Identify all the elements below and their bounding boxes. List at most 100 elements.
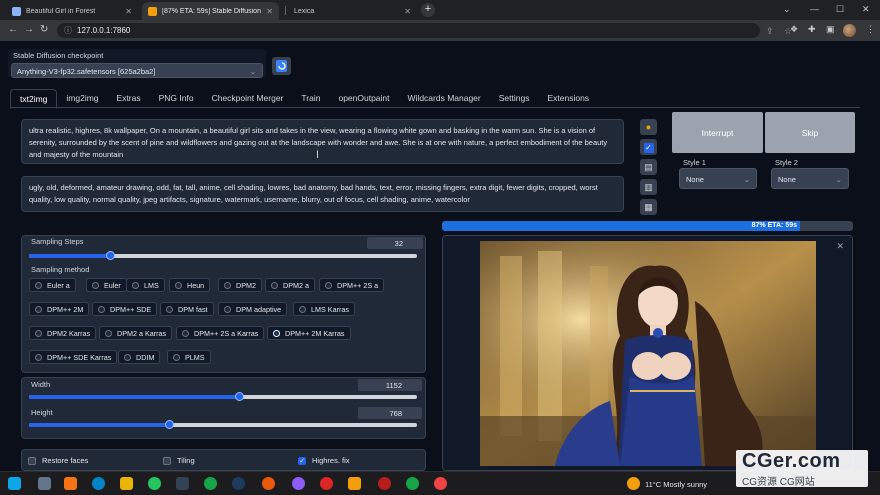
menu-dots-icon[interactable]: ⋮ [866, 24, 875, 35]
minimize-icon[interactable]: — [810, 4, 819, 14]
browser-tab-lexica[interactable]: Lexica ✕ [288, 2, 417, 20]
checkpoint-select[interactable]: Anything-V3-fp32.safetensors [625a2ba2] … [11, 63, 263, 78]
firefox-icon[interactable] [262, 477, 275, 490]
tab-extensions[interactable]: Extensions [538, 89, 598, 109]
search-icon[interactable] [38, 477, 51, 490]
sampler-dpmpp-sde-karras[interactable]: DPM++ SDE Karras [29, 350, 118, 364]
prompt-textarea[interactable]: ultra realistic, highres, 8k wallpaper, … [21, 119, 624, 164]
generated-image[interactable] [480, 241, 816, 466]
sampler-euler[interactable]: Euler [86, 278, 127, 292]
sampler-plms[interactable]: PLMS [167, 350, 211, 364]
sampler-dpm2-a[interactable]: DPM2 a [265, 278, 315, 292]
sidebar-icon[interactable]: ▣ [826, 24, 835, 35]
new-tab-button[interactable]: + [421, 3, 435, 17]
back-arrow-icon[interactable]: ← [8, 24, 18, 35]
sampler-dpm-fast[interactable]: DPM fast [160, 302, 214, 316]
terminal-icon[interactable] [176, 477, 189, 490]
trash-button[interactable]: ▦ [640, 199, 657, 215]
sampler-dpm2-a-karras[interactable]: DPM2 a Karras [99, 326, 173, 340]
negative-prompt-textarea[interactable]: ugly, old, deformed, amateur drawing, od… [21, 176, 624, 212]
close-icon[interactable]: ✕ [266, 7, 273, 16]
app-icon[interactable] [292, 477, 305, 490]
sampler-lms[interactable]: LMS [126, 278, 165, 292]
slider-thumb[interactable] [234, 392, 244, 401]
sampler-heun[interactable]: Heun [169, 278, 211, 292]
start-icon[interactable] [8, 477, 21, 490]
tab-png-info[interactable]: PNG Info [150, 89, 203, 109]
sampler-dpmpp-2m-karras[interactable]: DPM++ 2M Karras [267, 326, 351, 340]
chrome-icon[interactable] [204, 477, 217, 490]
tab-divider [285, 6, 286, 15]
sampler-dpmpp-sde[interactable]: DPM++ SDE [92, 302, 158, 316]
app-icon[interactable] [378, 477, 391, 490]
profile-avatar[interactable] [843, 24, 856, 37]
window-close-icon[interactable]: ✕ [862, 4, 870, 15]
close-icon[interactable]: ✕ [404, 7, 411, 16]
tab-extras[interactable]: Extras [108, 89, 150, 109]
browser-tab-forest[interactable]: Beautiful Girl in Forest ✕ [6, 2, 138, 20]
app-icon[interactable] [348, 477, 361, 490]
tab-wildcards-manager[interactable]: Wildcards Manager [399, 89, 490, 109]
sampler-euler-a[interactable]: Euler a [29, 278, 76, 292]
highres-fix-checkbox[interactable]: ✓ Highres. fix [298, 456, 350, 465]
tab-train[interactable]: Train [292, 89, 329, 109]
style2-select[interactable]: None ⌄ [771, 168, 849, 189]
interrupt-button[interactable]: Interrupt [672, 112, 763, 153]
style1-select[interactable]: None ⌄ [679, 168, 757, 189]
width-input[interactable]: 1152 [358, 379, 422, 391]
tab-search-icon[interactable]: ⌄ [783, 4, 791, 15]
paste-params-button[interactable]: ● [640, 119, 657, 135]
sampler-dpmpp-2m[interactable]: DPM++ 2M [29, 302, 90, 316]
browser-tab-stable-diffusion[interactable]: [87% ETA: 59s] Stable Diffusion ✕ [142, 2, 279, 20]
sampler-dpm2[interactable]: DPM2 [218, 278, 262, 292]
puzzle-icon[interactable]: ✚ [808, 24, 816, 35]
app-icon[interactable] [64, 477, 77, 490]
tab-txt2img[interactable]: txt2img [10, 89, 58, 109]
width-slider[interactable] [29, 392, 417, 401]
height-slider[interactable] [29, 420, 417, 429]
info-icon[interactable]: ⓘ [64, 25, 72, 36]
slider-thumb[interactable] [106, 251, 116, 260]
tab-settings[interactable]: Settings [490, 89, 539, 109]
sampler-dpm-adaptive[interactable]: DPM adaptive [218, 302, 288, 316]
apply-style-button[interactable]: ▥ [640, 179, 657, 195]
forward-arrow-icon[interactable]: → [24, 24, 34, 35]
app-icon[interactable] [434, 477, 447, 490]
radio-icon [166, 305, 173, 313]
tab-checkpoint-merger[interactable]: Checkpoint Merger [203, 89, 293, 109]
close-image-icon[interactable]: ✕ [836, 241, 844, 252]
close-icon[interactable]: ✕ [125, 7, 132, 16]
sampler-label: DPM++ SDE Karras [47, 352, 112, 362]
steam-icon[interactable] [232, 477, 245, 490]
extension-icon[interactable]: ❖ [790, 24, 798, 35]
height-input[interactable]: 768 [358, 407, 422, 419]
sampler-lms-karras[interactable]: LMS Karras [293, 302, 355, 316]
maximize-icon[interactable]: ☐ [836, 4, 844, 15]
text-cursor-icon: Ⅰ [316, 150, 319, 161]
weather-text[interactable]: 11°C Mostly sunny [645, 480, 707, 489]
tiling-checkbox[interactable]: Tiling [163, 456, 195, 465]
sampler-dpmpp-2s-a-karras[interactable]: DPM++ 2S a Karras [176, 326, 265, 340]
tab-openoutpaint[interactable]: openOutpaint [329, 89, 398, 109]
sampler-ddim[interactable]: DDIM [118, 350, 161, 364]
sampler-dpm2-karras[interactable]: DPM2 Karras [29, 326, 97, 340]
clear-prompt-button[interactable]: ✓ [640, 139, 657, 155]
restore-faces-checkbox[interactable]: Restore faces [28, 456, 88, 465]
spotify-icon[interactable] [148, 477, 161, 490]
slider-thumb[interactable] [164, 420, 174, 429]
sampler-dpmpp-2s-a[interactable]: DPM++ 2S a [319, 278, 385, 292]
sampling-steps-slider[interactable] [29, 251, 417, 260]
checkpoint-panel: Stable Diffusion checkpoint Anything-V3-… [8, 49, 266, 78]
refresh-checkpoint-button[interactable] [272, 57, 291, 75]
folder-icon[interactable] [120, 477, 133, 490]
save-style-button[interactable]: ▤ [640, 159, 657, 175]
url-field[interactable]: ⓘ 127.0.0.1:7860 ⇪ ☆ [57, 23, 792, 38]
share-icon[interactable]: ⇪ [766, 26, 774, 37]
reload-icon[interactable]: ↻ [40, 24, 48, 35]
sampling-steps-input[interactable]: 32 [367, 237, 423, 249]
tab-img2img[interactable]: img2img [57, 89, 107, 109]
chrome-icon[interactable] [406, 477, 419, 490]
skip-button[interactable]: Skip [765, 112, 855, 153]
edge-icon[interactable] [92, 477, 105, 490]
opera-icon[interactable] [320, 477, 333, 490]
